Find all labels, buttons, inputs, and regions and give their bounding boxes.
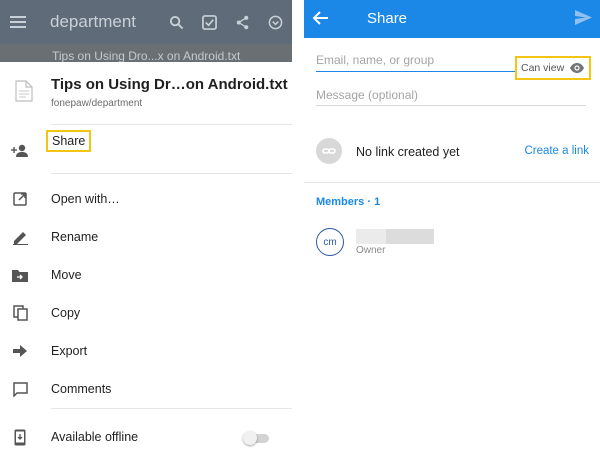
add-person-icon [11, 142, 29, 160]
eye-icon [569, 61, 585, 79]
open-external-icon [11, 190, 29, 208]
menu-item-rename[interactable]: Rename [0, 218, 292, 256]
menu-item-export[interactable]: Export [0, 332, 292, 370]
email-input[interactable] [316, 48, 516, 72]
menu-item-label: Rename [51, 230, 99, 244]
export-arrow-icon [11, 342, 29, 360]
back-arrow-icon[interactable] [312, 9, 330, 32]
sheet-header: Tips on Using Dr…on Android.txt fonepaw/… [0, 62, 292, 124]
avatar: cm [316, 228, 344, 256]
link-row: No link created yet Create a link [304, 130, 600, 174]
menu-item-label: Comments [51, 382, 112, 396]
pane-separator [292, 0, 304, 461]
permission-label: Can view [521, 62, 565, 74]
share-label: Share [46, 130, 92, 152]
members-header: Members · 1 [316, 196, 381, 208]
more-icon[interactable] [259, 0, 292, 44]
divider [304, 182, 600, 183]
copy-icon [11, 304, 29, 322]
menu-item-copy[interactable]: Copy [0, 294, 292, 332]
menu-item-comments[interactable]: Comments [0, 370, 292, 408]
divider [51, 408, 292, 409]
divider [51, 124, 292, 125]
share-title: Share [367, 10, 408, 27]
hamburger-menu-icon[interactable] [0, 0, 36, 44]
phone-download-icon [11, 428, 29, 446]
create-link-button[interactable]: Create a link [524, 145, 589, 157]
link-status: No link created yet [356, 145, 460, 159]
send-icon[interactable] [575, 10, 592, 30]
file-path: fonepaw/department [51, 98, 143, 109]
menu-item-open-with[interactable]: Open with… [0, 180, 292, 218]
pencil-icon [11, 228, 29, 246]
left-pane: department Tips on Using Dro...x on Andr… [0, 0, 292, 461]
menu-item-label: Copy [51, 306, 81, 320]
folder-toolbar: department [0, 0, 292, 44]
menu-item-share[interactable]: Share [0, 130, 292, 170]
dimmed-file-row: Tips on Using Dro...x on Android.txt [0, 44, 292, 62]
member-name-redacted [356, 229, 386, 244]
menu-item-label: Move [51, 268, 82, 282]
menu-item-label: Open with… [51, 192, 120, 206]
link-icon [316, 138, 342, 164]
share-icon[interactable] [226, 0, 259, 44]
message-input[interactable] [316, 84, 586, 106]
folder-move-icon [11, 266, 29, 284]
right-pane: Share Can view No link created yet Creat… [304, 0, 600, 461]
menu-item-label: Available offline [51, 430, 139, 444]
offline-toggle[interactable] [243, 431, 269, 445]
divider [51, 173, 292, 174]
dimmed-file-name: Tips on Using Dro...x on Android.txt [52, 49, 241, 62]
folder-title: department [50, 12, 136, 31]
member-role: Owner [356, 245, 386, 256]
comment-icon [11, 380, 29, 398]
toggle-knob [243, 431, 257, 445]
text-file-icon [15, 80, 33, 107]
menu-item-available-offline[interactable]: Available offline [0, 418, 292, 456]
member-row[interactable]: cm Owner [304, 226, 600, 262]
file-name: Tips on Using Dr…on Android.txt [51, 76, 288, 93]
file-actions-sheet: Tips on Using Dr…on Android.txt fonepaw/… [0, 62, 292, 461]
permission-dropdown[interactable]: Can view [515, 56, 591, 80]
select-checkbox-icon[interactable] [193, 0, 226, 44]
menu-item-move[interactable]: Move [0, 256, 292, 294]
search-icon[interactable] [160, 0, 193, 44]
menu-item-label: Export [51, 344, 88, 358]
share-toolbar: Share [304, 0, 600, 38]
